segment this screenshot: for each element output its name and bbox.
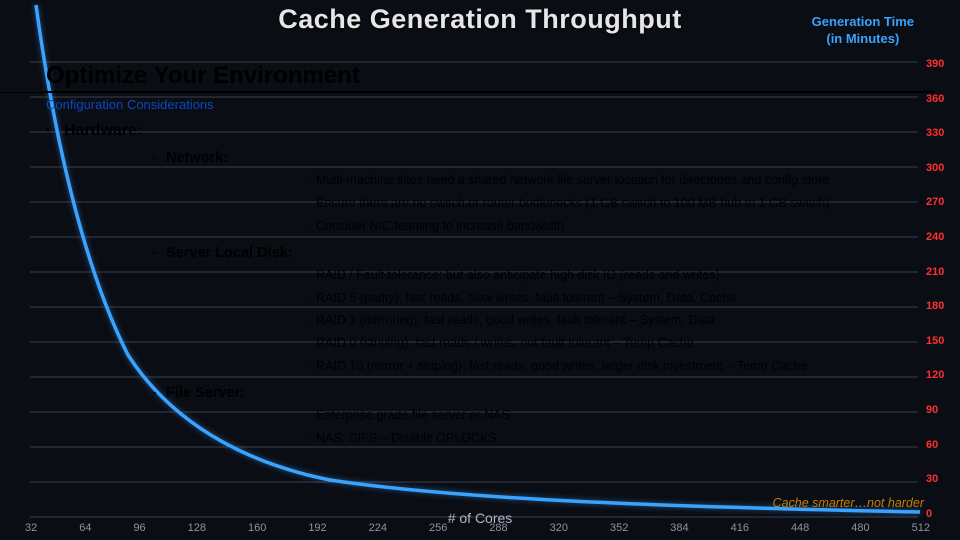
list-item: RAID 5 (parity): fast reads, slow writes… [316,290,960,307]
list-item: Ensure there are no switch or router bot… [316,195,960,212]
hardware-heading: Hardware: Network: Multi-machine sites n… [64,122,960,447]
section-file-server: File Server: Enterprise grade file serve… [166,385,960,447]
bullet-lvl3: RAID / Fault tolerance; but also anticip… [316,267,960,375]
list-item: RAID 1 (mirroring): fast reads, good wri… [316,312,960,329]
slide-title: Optimize Your Environment [0,0,870,93]
list-item: Multi-machine sites need a shared networ… [316,172,960,189]
slide-subtitle: Configuration Considerations [46,97,960,112]
list-item: Consider NIC teaming to increase bandwid… [316,218,960,235]
slide-content: Optimize Your Environment Configuration … [0,0,960,447]
bullet-lvl1: Hardware: Network: Multi-machine sites n… [64,122,960,447]
bullet-lvl2: Network: Multi-machine sites need a shar… [166,150,960,447]
list-item: Enterprise grade file server or NAS [316,407,960,424]
list-item: RAID / Fault tolerance; but also anticip… [316,267,960,284]
list-item: RAID 0 (striping): fast reads / writes, … [316,335,960,352]
footer-tagline: Cache smarter…not harder [773,496,924,510]
x-axis-title: # of Cores [448,510,513,526]
section-server-disk: Server Local Disk: RAID / Fault toleranc… [166,245,960,375]
section-network: Network: Multi-machine sites need a shar… [166,150,960,235]
list-item: NAS: CIFS – Disable OPLOCKS [316,430,960,447]
bullet-lvl3: Enterprise grade file server or NAS NAS:… [316,407,960,447]
bullet-lvl3: Multi-machine sites need a shared networ… [316,172,960,235]
list-item: RAID 10 (mirror + striping): fast reads,… [316,358,960,375]
